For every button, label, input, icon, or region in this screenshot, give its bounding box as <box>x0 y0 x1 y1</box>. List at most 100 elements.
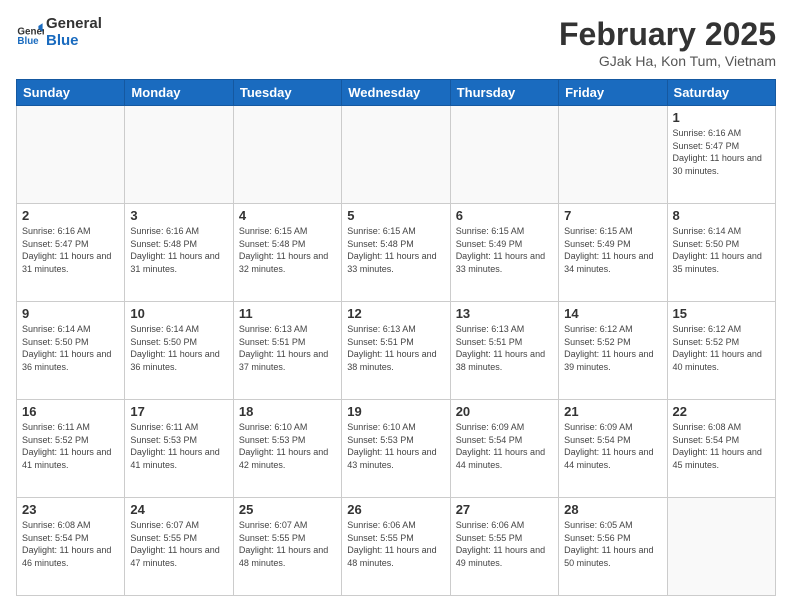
calendar-header-row: Sunday Monday Tuesday Wednesday Thursday… <box>17 80 776 106</box>
day-info: Sunrise: 6:12 AM Sunset: 5:52 PM Dayligh… <box>564 323 661 373</box>
day-info: Sunrise: 6:11 AM Sunset: 5:52 PM Dayligh… <box>22 421 119 471</box>
calendar-cell: 24 Sunrise: 6:07 AM Sunset: 5:55 PM Dayli… <box>125 498 233 596</box>
header-sunday: Sunday <box>17 80 125 106</box>
day-info: Sunrise: 6:13 AM Sunset: 5:51 PM Dayligh… <box>456 323 553 373</box>
day-info: Sunrise: 6:06 AM Sunset: 5:55 PM Dayligh… <box>347 519 444 569</box>
day-number: 28 <box>564 502 661 517</box>
day-number: 4 <box>239 208 336 223</box>
day-number: 8 <box>673 208 770 223</box>
day-number: 6 <box>456 208 553 223</box>
day-info: Sunrise: 6:10 AM Sunset: 5:53 PM Dayligh… <box>239 421 336 471</box>
calendar-cell: 5Sunrise: 6:15 AM Sunset: 5:48 PM Daylig… <box>342 204 450 302</box>
day-info: Sunrise: 6:14 AM Sunset: 5:50 PM Dayligh… <box>22 323 119 373</box>
calendar-cell: 21Sunrise: 6:09 AM Sunset: 5:54 PM Dayli… <box>559 400 667 498</box>
day-info: Sunrise: 6:12 AM Sunset: 5:52 PM Dayligh… <box>673 323 770 373</box>
calendar-week-3: 16 Sunrise: 6:11 AM Sunset: 5:52 PM Dayli… <box>17 400 776 498</box>
calendar-cell: 20Sunrise: 6:09 AM Sunset: 5:54 PM Dayli… <box>450 400 558 498</box>
day-number: 26 <box>347 502 444 517</box>
day-info: Sunrise: 6:15 AM Sunset: 5:48 PM Dayligh… <box>239 225 336 275</box>
day-info: Sunrise: 6:06 AM Sunset: 5:55 PM Dayligh… <box>456 519 553 569</box>
calendar-cell: 11Sunrise: 6:13 AM Sunset: 5:51 PM Dayli… <box>233 302 341 400</box>
calendar-cell: 9 Sunrise: 6:14 AM Sunset: 5:50 PM Daylig… <box>17 302 125 400</box>
logo: General Blue General Blue <box>16 16 102 49</box>
day-number: 1 <box>673 110 770 125</box>
calendar-cell: 7Sunrise: 6:15 AM Sunset: 5:49 PM Daylig… <box>559 204 667 302</box>
calendar-week-0: 1Sunrise: 6:16 AM Sunset: 5:47 PM Daylig… <box>17 106 776 204</box>
day-number: 10 <box>130 306 227 321</box>
calendar-cell: 16 Sunrise: 6:11 AM Sunset: 5:52 PM Dayli… <box>17 400 125 498</box>
calendar-cell: 10 Sunrise: 6:14 AM Sunset: 5:50 PM Dayli… <box>125 302 233 400</box>
calendar-cell <box>342 106 450 204</box>
day-info: Sunrise: 6:08 AM Sunset: 5:54 PM Dayligh… <box>22 519 119 569</box>
calendar-cell <box>450 106 558 204</box>
calendar-cell: 2Sunrise: 6:16 AM Sunset: 5:47 PM Daylig… <box>17 204 125 302</box>
day-info: Sunrise: 6:15 AM Sunset: 5:48 PM Dayligh… <box>347 225 444 275</box>
calendar-cell: 18 Sunrise: 6:10 AM Sunset: 5:53 PM Dayli… <box>233 400 341 498</box>
calendar-week-2: 9 Sunrise: 6:14 AM Sunset: 5:50 PM Daylig… <box>17 302 776 400</box>
logo-icon: General Blue <box>16 19 44 47</box>
calendar-body: 1 Sunrise: 6:16 AM Sunset: 5:47 PM Daylig… <box>17 106 776 596</box>
calendar-cell: 12Sunrise: 6:13 AM Sunset: 5:51 PM Dayli… <box>342 302 450 400</box>
location: GJak Ha, Kon Tum, Vietnam <box>559 53 776 69</box>
day-number: 14 <box>564 306 661 321</box>
calendar-cell: 28Sunrise: 6:05 AM Sunset: 5:56 PM Dayli… <box>559 498 667 596</box>
day-info: Sunrise: 6:14 AM Sunset: 5:50 PM Dayligh… <box>130 323 227 373</box>
calendar-cell: 27 Sunrise: 6:06 AM Sunset: 5:55 PM Dayli… <box>450 498 558 596</box>
day-number: 22 <box>673 404 770 419</box>
header-wednesday: Wednesday <box>342 80 450 106</box>
title-block: February 2025 GJak Ha, Kon Tum, Vietnam <box>559 16 776 69</box>
header-saturday: Saturday <box>667 80 775 106</box>
calendar-cell: 22 Sunrise: 6:08 AM Sunset: 5:54 PM Dayli… <box>667 400 775 498</box>
calendar-cell <box>559 106 667 204</box>
calendar-cell: 23 Sunrise: 6:08 AM Sunset: 5:54 PM Dayli… <box>17 498 125 596</box>
logo-general: General <box>46 16 102 33</box>
day-number: 7 <box>564 208 661 223</box>
day-info: Sunrise: 6:07 AM Sunset: 5:55 PM Dayligh… <box>130 519 227 569</box>
calendar-cell <box>17 106 125 204</box>
calendar-cell: 8Sunrise: 6:14 AM Sunset: 5:50 PM Daylig… <box>667 204 775 302</box>
day-number: 27 <box>456 502 553 517</box>
calendar-table: Sunday Monday Tuesday Wednesday Thursday… <box>16 79 776 596</box>
day-info: Sunrise: 6:13 AM Sunset: 5:51 PM Dayligh… <box>239 323 336 373</box>
calendar-cell: 6 Sunrise: 6:15 AM Sunset: 5:49 PM Daylig… <box>450 204 558 302</box>
day-info: Sunrise: 6:08 AM Sunset: 5:54 PM Dayligh… <box>673 421 770 471</box>
calendar-cell: 25Sunrise: 6:07 AM Sunset: 5:55 PM Dayli… <box>233 498 341 596</box>
calendar-cell: 3Sunrise: 6:16 AM Sunset: 5:48 PM Daylig… <box>125 204 233 302</box>
day-number: 23 <box>22 502 119 517</box>
day-info: Sunrise: 6:11 AM Sunset: 5:53 PM Dayligh… <box>130 421 227 471</box>
calendar-week-1: 2Sunrise: 6:16 AM Sunset: 5:47 PM Daylig… <box>17 204 776 302</box>
calendar-cell: 17Sunrise: 6:11 AM Sunset: 5:53 PM Dayli… <box>125 400 233 498</box>
calendar-cell: 13 Sunrise: 6:13 AM Sunset: 5:51 PM Dayli… <box>450 302 558 400</box>
day-number: 3 <box>130 208 227 223</box>
calendar-cell: 14 Sunrise: 6:12 AM Sunset: 5:52 PM Dayli… <box>559 302 667 400</box>
day-number: 13 <box>456 306 553 321</box>
day-number: 18 <box>239 404 336 419</box>
day-number: 9 <box>22 306 119 321</box>
day-info: Sunrise: 6:10 AM Sunset: 5:53 PM Dayligh… <box>347 421 444 471</box>
day-number: 24 <box>130 502 227 517</box>
calendar-cell <box>125 106 233 204</box>
day-info: Sunrise: 6:09 AM Sunset: 5:54 PM Dayligh… <box>564 421 661 471</box>
day-number: 19 <box>347 404 444 419</box>
day-number: 12 <box>347 306 444 321</box>
header-monday: Monday <box>125 80 233 106</box>
day-info: Sunrise: 6:16 AM Sunset: 5:47 PM Dayligh… <box>22 225 119 275</box>
calendar-cell <box>667 498 775 596</box>
day-number: 20 <box>456 404 553 419</box>
calendar-cell: 19 Sunrise: 6:10 AM Sunset: 5:53 PM Dayli… <box>342 400 450 498</box>
day-number: 15 <box>673 306 770 321</box>
logo-blue: Blue <box>46 33 102 50</box>
calendar-cell: 15 Sunrise: 6:12 AM Sunset: 5:52 PM Dayli… <box>667 302 775 400</box>
page: General Blue General Blue February 2025 … <box>0 0 792 612</box>
month-year: February 2025 <box>559 16 776 53</box>
day-number: 25 <box>239 502 336 517</box>
header-thursday: Thursday <box>450 80 558 106</box>
svg-text:Blue: Blue <box>17 36 39 47</box>
calendar-cell: 26 Sunrise: 6:06 AM Sunset: 5:55 PM Dayli… <box>342 498 450 596</box>
day-number: 16 <box>22 404 119 419</box>
calendar-cell: 4 Sunrise: 6:15 AM Sunset: 5:48 PM Daylig… <box>233 204 341 302</box>
header-friday: Friday <box>559 80 667 106</box>
calendar-cell: 1Sunrise: 6:16 AM Sunset: 5:47 PM Daylig… <box>667 106 775 204</box>
day-info: Sunrise: 6:15 AM Sunset: 5:49 PM Dayligh… <box>456 225 553 275</box>
header-tuesday: Tuesday <box>233 80 341 106</box>
